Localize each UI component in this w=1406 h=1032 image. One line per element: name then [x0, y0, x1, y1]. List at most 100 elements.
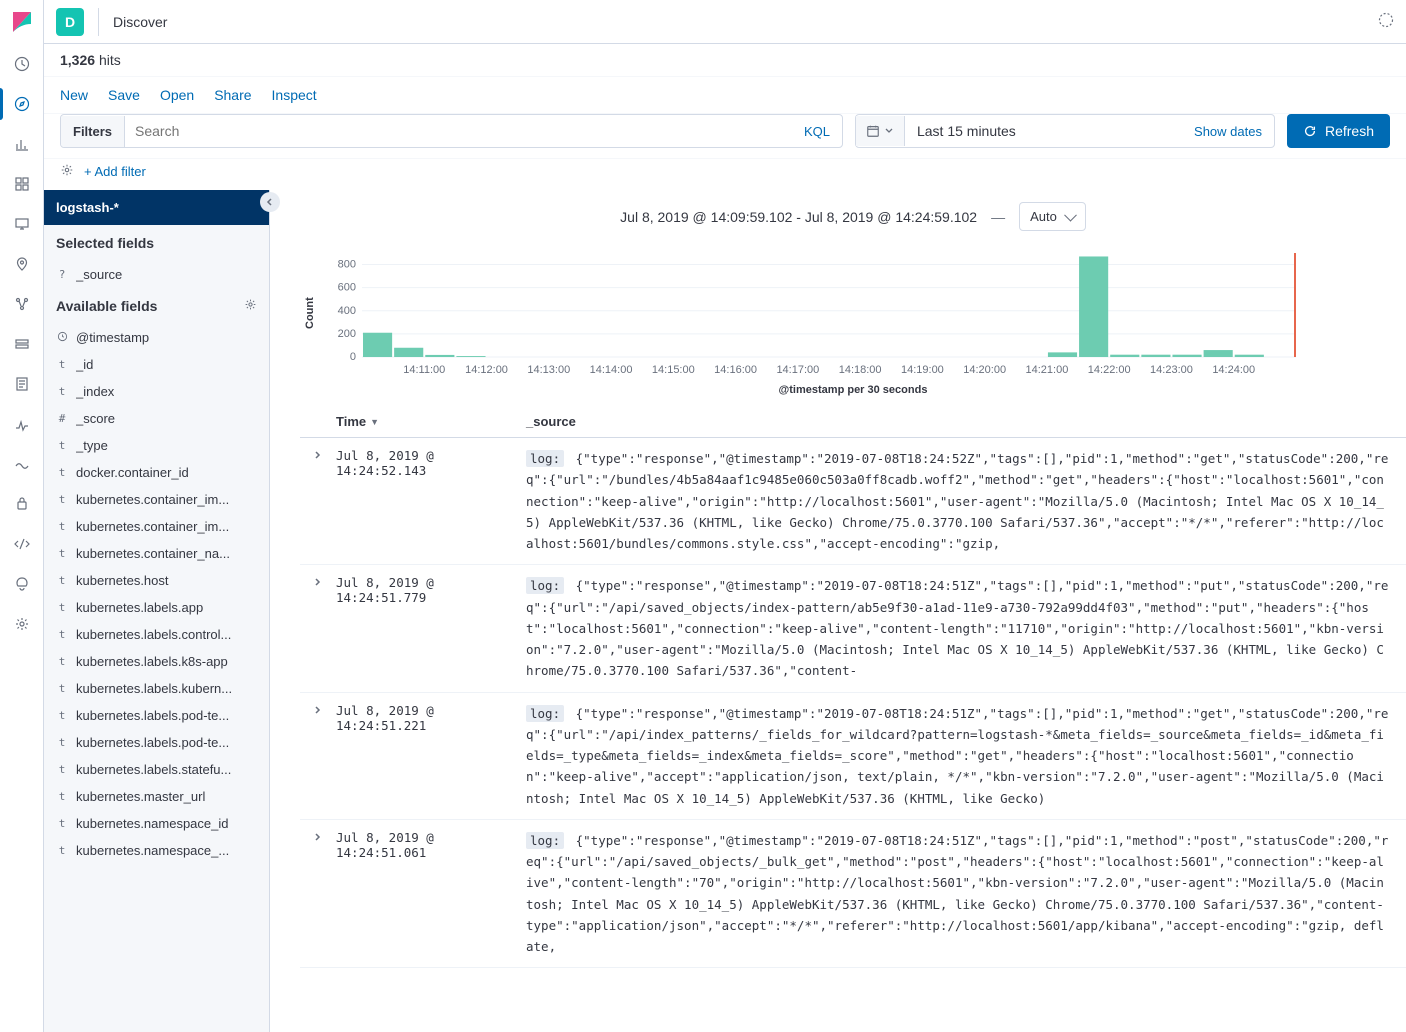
- field-item[interactable]: tkubernetes.container_im...: [44, 486, 269, 513]
- hits-count: 1,326 hits: [44, 44, 1406, 77]
- field-type-icon: [56, 331, 68, 345]
- help-icon[interactable]: [1378, 12, 1394, 31]
- field-item[interactable]: t_index: [44, 378, 269, 405]
- filters-label[interactable]: Filters: [61, 116, 125, 147]
- field-name: kubernetes.labels.pod-te...: [76, 735, 229, 750]
- field-type-icon: t: [56, 844, 68, 857]
- nav-maps-icon[interactable]: [0, 244, 44, 284]
- expand-row-icon[interactable]: [300, 448, 336, 554]
- date-range-text[interactable]: Last 15 minutes: [905, 123, 1182, 139]
- field-type-icon: t: [56, 466, 68, 479]
- field-item[interactable]: t kubernetes.labels.pod-te...: [44, 729, 269, 756]
- field-item[interactable]: t docker.container_id: [44, 459, 269, 486]
- nav-visualize-icon[interactable]: [0, 124, 44, 164]
- expand-row-icon[interactable]: [300, 830, 336, 958]
- nav-uptime-icon[interactable]: [0, 444, 44, 484]
- col-time-header[interactable]: Time▼: [336, 414, 526, 429]
- new-button[interactable]: New: [60, 87, 88, 103]
- index-pattern-selector[interactable]: logstash-*: [44, 190, 269, 225]
- field-item[interactable]: ?_source: [44, 261, 269, 288]
- field-item[interactable]: tkubernetes.labels.k8s-app: [44, 648, 269, 675]
- col-source-header[interactable]: _source: [526, 414, 1406, 429]
- field-name: docker.container_id: [76, 465, 189, 480]
- share-button[interactable]: Share: [214, 87, 251, 103]
- row-source: log: {"type":"response","@timestamp":"20…: [526, 830, 1406, 958]
- save-button[interactable]: Save: [108, 87, 140, 103]
- kibana-logo[interactable]: [0, 0, 44, 44]
- field-item[interactable]: tkubernetes.host: [44, 567, 269, 594]
- row-time: Jul 8, 2019 @ 14:24:51.061: [336, 830, 526, 958]
- field-item[interactable]: tkubernetes.master_url: [44, 783, 269, 810]
- field-type-icon: t: [56, 817, 68, 830]
- field-item[interactable]: t kubernetes.namespace_...: [44, 837, 269, 864]
- field-type-icon: t: [56, 736, 68, 749]
- log-tag: log:: [526, 832, 564, 849]
- nav-devtools-icon[interactable]: [0, 524, 44, 564]
- nav-logs-icon[interactable]: [0, 364, 44, 404]
- field-item[interactable]: tkubernetes.namespace_id: [44, 810, 269, 837]
- field-item[interactable]: @timestamp: [44, 324, 269, 351]
- add-filter-link[interactable]: + Add filter: [84, 164, 146, 179]
- field-item[interactable]: tkubernetes.labels.statefu...: [44, 756, 269, 783]
- nav-discover-icon[interactable]: [0, 84, 44, 124]
- svg-text:14:11:00: 14:11:00: [403, 364, 445, 376]
- table-row: Jul 8, 2019 @ 14:24:51.779log: {"type":"…: [300, 565, 1406, 692]
- histogram-chart[interactable]: 020040060080014:11:0014:12:0014:13:0014:…: [320, 247, 1300, 377]
- refresh-button[interactable]: Refresh: [1287, 114, 1390, 148]
- field-type-icon: t: [56, 358, 68, 371]
- field-name: kubernetes.labels.app: [76, 600, 203, 615]
- field-name: kubernetes.labels.kubern...: [76, 681, 232, 696]
- field-name: _source: [76, 267, 122, 282]
- field-type-icon: t: [56, 547, 68, 560]
- nav-dashboard-icon[interactable]: [0, 164, 44, 204]
- field-item[interactable]: t_type: [44, 432, 269, 459]
- fields-settings-icon[interactable]: [244, 298, 257, 314]
- kql-toggle[interactable]: KQL: [792, 124, 842, 139]
- svg-text:14:21:00: 14:21:00: [1026, 364, 1069, 376]
- collapse-sidebar-icon[interactable]: [260, 192, 280, 212]
- log-tag: log:: [526, 705, 564, 722]
- field-item[interactable]: t_id: [44, 351, 269, 378]
- field-name: kubernetes.namespace_...: [76, 843, 229, 858]
- nav-apm-icon[interactable]: [0, 404, 44, 444]
- interval-select[interactable]: Auto: [1019, 202, 1086, 231]
- nav-canvas-icon[interactable]: [0, 204, 44, 244]
- field-item[interactable]: t kubernetes.labels.app: [44, 594, 269, 621]
- field-type-icon: t: [56, 385, 68, 398]
- field-item[interactable]: tkubernetes.container_na...: [44, 540, 269, 567]
- dash-separator: —: [991, 209, 1005, 225]
- log-tag: log:: [526, 450, 564, 467]
- expand-row-icon[interactable]: [300, 703, 336, 809]
- field-name: kubernetes.labels.statefu...: [76, 762, 231, 777]
- nav-ml-icon[interactable]: [0, 284, 44, 324]
- svg-text:14:19:00: 14:19:00: [901, 364, 944, 376]
- row-time: Jul 8, 2019 @ 14:24:52.143: [336, 448, 526, 554]
- sort-desc-icon: ▼: [370, 417, 379, 427]
- nav-monitoring-icon[interactable]: [0, 564, 44, 604]
- nav-rail: [0, 0, 44, 1032]
- field-type-icon: t: [56, 601, 68, 614]
- field-item[interactable]: tkubernetes.labels.control...: [44, 621, 269, 648]
- calendar-icon[interactable]: [856, 116, 905, 146]
- show-dates-link[interactable]: Show dates: [1182, 124, 1274, 139]
- field-name: kubernetes.container_im...: [76, 519, 229, 534]
- field-type-icon: t: [56, 574, 68, 587]
- filter-settings-icon[interactable]: [60, 163, 74, 180]
- field-item[interactable]: #_score: [44, 405, 269, 432]
- nav-recent-icon[interactable]: [0, 44, 44, 84]
- open-button[interactable]: Open: [160, 87, 194, 103]
- nav-siem-icon[interactable]: [0, 484, 44, 524]
- field-item[interactable]: tkubernetes.labels.pod-te...: [44, 702, 269, 729]
- svg-text:14:16:00: 14:16:00: [714, 364, 757, 376]
- expand-row-icon[interactable]: [300, 575, 336, 681]
- field-item[interactable]: tkubernetes.labels.kubern...: [44, 675, 269, 702]
- search-input[interactable]: [125, 115, 792, 147]
- table-row: Jul 8, 2019 @ 14:24:52.143log: {"type":"…: [300, 438, 1406, 565]
- field-item[interactable]: tkubernetes.container_im...: [44, 513, 269, 540]
- svg-text:0: 0: [350, 351, 356, 363]
- nav-infra-icon[interactable]: [0, 324, 44, 364]
- nav-management-icon[interactable]: [0, 604, 44, 644]
- inspect-button[interactable]: Inspect: [272, 87, 317, 103]
- svg-text:14:22:00: 14:22:00: [1088, 364, 1131, 376]
- row-source: log: {"type":"response","@timestamp":"20…: [526, 575, 1406, 681]
